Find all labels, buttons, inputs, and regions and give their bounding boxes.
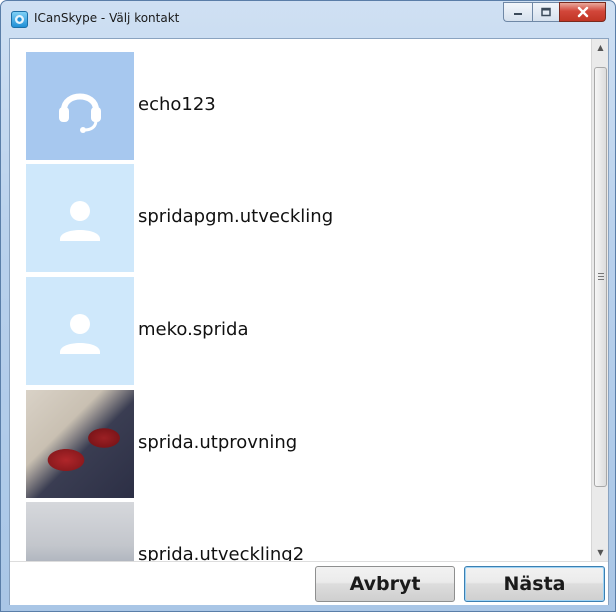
contact-photo xyxy=(26,502,134,561)
maximize-icon xyxy=(541,7,551,17)
button-bar: Avbryt Nästa xyxy=(10,561,608,605)
cancel-button[interactable]: Avbryt xyxy=(315,566,455,602)
title-bar[interactable]: ICanSkype - Välj kontakt xyxy=(1,1,615,38)
contact-row[interactable]: echo123 xyxy=(26,52,586,160)
vertical-scrollbar[interactable]: ▲ ▼ xyxy=(591,39,608,561)
close-icon xyxy=(577,6,588,18)
headset-icon xyxy=(59,93,101,133)
close-button[interactable] xyxy=(559,2,606,22)
grip-icon xyxy=(598,273,604,280)
contact-photo xyxy=(26,390,134,498)
minimize-button[interactable] xyxy=(503,2,532,22)
contact-name: spridapgm.utveckling xyxy=(138,206,334,227)
dialog-window: ICanSkype - Välj kontakt echo123 spridap… xyxy=(0,0,616,612)
contact-name: sprida.utveckling2 xyxy=(138,544,305,561)
contact-avatar xyxy=(26,164,134,272)
scroll-thumb[interactable] xyxy=(594,67,607,487)
contact-row[interactable]: spridapgm.utveckling xyxy=(26,164,586,272)
contact-name: echo123 xyxy=(138,94,216,115)
scroll-up-icon[interactable]: ▲ xyxy=(592,39,609,56)
contact-avatar xyxy=(26,277,134,385)
contact-row[interactable]: sprida.utprovning xyxy=(26,390,586,498)
contact-row[interactable]: meko.sprida xyxy=(26,277,586,385)
scroll-down-icon[interactable]: ▼ xyxy=(592,544,609,561)
next-button[interactable]: Nästa xyxy=(464,566,605,602)
app-icon xyxy=(11,11,28,28)
dialog-content: echo123 spridapgm.utveckling meko.sprida… xyxy=(9,38,609,605)
default-person-icon xyxy=(60,314,100,354)
window-title: ICanSkype - Välj kontakt xyxy=(34,11,180,25)
contact-row[interactable]: sprida.utveckling2 xyxy=(26,502,586,561)
contact-name: sprida.utprovning xyxy=(138,432,298,453)
contact-list[interactable]: echo123 spridapgm.utveckling meko.sprida… xyxy=(10,39,590,561)
minimize-icon xyxy=(514,13,522,15)
contact-avatar xyxy=(26,52,134,160)
default-person-icon xyxy=(60,201,100,241)
caption-buttons xyxy=(503,2,606,22)
contact-name: meko.sprida xyxy=(138,319,249,340)
maximize-button[interactable] xyxy=(532,2,559,22)
